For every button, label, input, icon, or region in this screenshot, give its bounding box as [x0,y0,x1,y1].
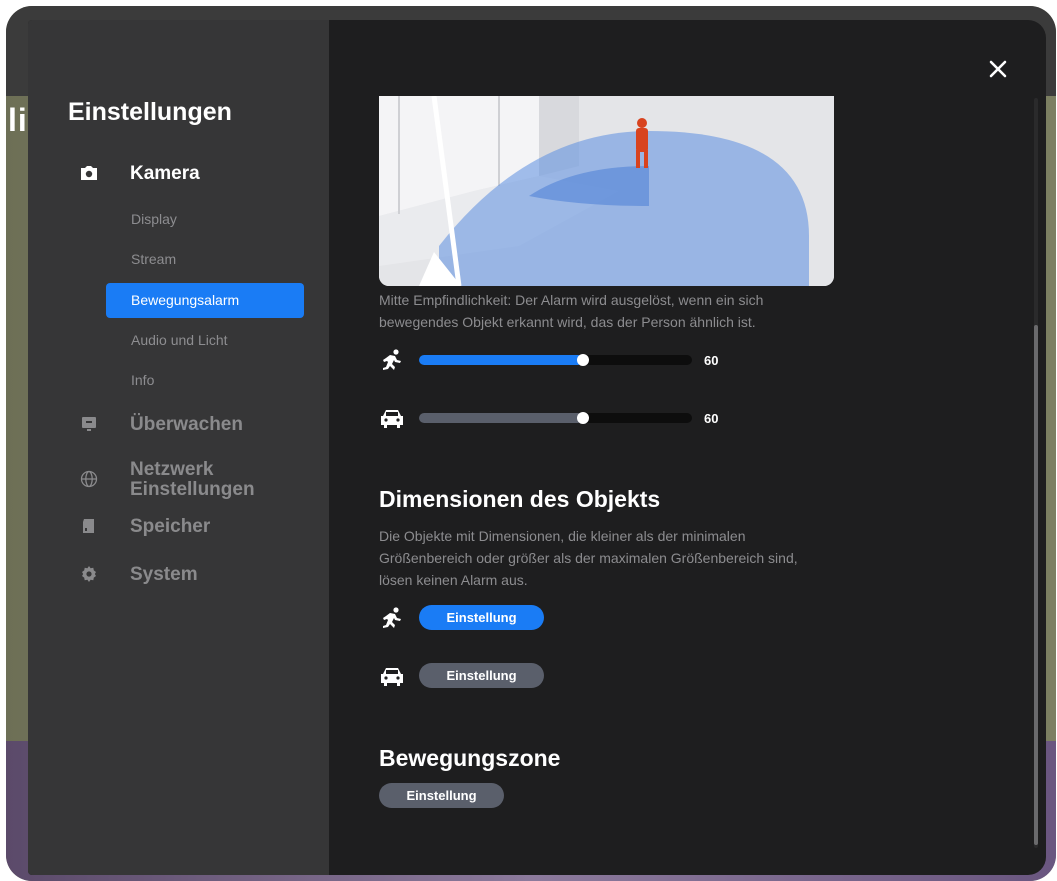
slider-handle[interactable] [576,412,589,424]
sidebar-subitem-display[interactable]: Display [106,202,304,237]
sidebar-item-system[interactable]: System [28,563,329,585]
background-text: li [8,102,28,138]
slider-fill [419,413,583,423]
sidebar-item-label: Speicher [130,515,211,537]
sidebar-subitem-bewegungsalarm[interactable]: Bewegungsalarm [106,283,304,318]
gear-icon [78,563,100,585]
sensitivity-description-line1: Mitte Empfindlichkeit: Der Alarm wird au… [379,292,764,308]
section-title-motion-zone: Bewegungszone [379,745,561,771]
settings-modal: Einstellungen Kamera Display Stream Bewe… [28,20,1046,875]
close-icon [988,59,1008,84]
sensitivity-description-line2: bewegendes Objekt erkannt wird, das der … [379,314,756,330]
sidebar-item-ueberwachen[interactable]: Überwachen [28,413,329,435]
sidebar-item-netzwerk[interactable]: Netzwerk Einstellungen [28,457,329,501]
sidebar-subitem-stream[interactable]: Stream [106,242,304,277]
vehicle-dimension-settings-button[interactable]: Einstellung [419,663,544,688]
settings-sidebar: Einstellungen Kamera Display Stream Bewe… [28,20,329,875]
scrollbar-thumb[interactable] [1034,325,1038,845]
sensitivity-description: Mitte Empfindlichkeit: Der Alarm wird au… [379,289,839,333]
person-sensitivity-slider[interactable] [419,354,692,366]
globe-icon [78,468,100,490]
close-button[interactable] [983,56,1013,86]
sidebar-item-label-line2: Einstellungen [130,479,255,500]
dimensions-description-line3: lösen keinen Alarm aus. [379,572,528,588]
sidebar-item-label: System [130,563,198,585]
person-running-icon [379,607,405,629]
sidebar-subitem-info[interactable]: Info [106,363,304,398]
person-running-icon [379,349,405,371]
sidebar-subitem-audio-licht[interactable]: Audio und Licht [106,323,304,358]
slider-fill [419,355,583,365]
dimensions-description: Die Objekte mit Dimensionen, die kleiner… [379,525,849,591]
dimensions-description-line1: Die Objekte mit Dimensionen, die kleiner… [379,528,746,544]
dimensions-description-line2: Größenbereich oder größer als der maxima… [379,550,798,566]
person-sensitivity-value: 60 [704,353,719,368]
sidebar-item-label: Überwachen [130,413,243,435]
sidebar-item-label: Kamera [130,162,200,184]
sidebar-item-kamera[interactable]: Kamera [28,162,329,184]
monitor-icon [78,413,100,435]
section-title-dimensions: Dimensionen des Objekts [379,486,661,512]
vehicle-sensitivity-value: 60 [704,411,719,426]
motion-zone-settings-button[interactable]: Einstellung [379,783,504,808]
sidebar-title: Einstellungen [68,98,232,126]
sidebar-item-speicher[interactable]: Speicher [28,515,329,537]
vehicle-sensitivity-slider[interactable] [419,412,692,424]
motion-preview-illustration [379,96,834,286]
person-dimension-settings-button[interactable]: Einstellung [419,605,544,630]
camera-icon [78,162,100,184]
sidebar-item-label-line1: Netzwerk [130,459,214,480]
sd-card-icon [78,515,100,537]
car-icon [379,407,405,429]
car-icon [379,665,405,687]
slider-handle[interactable] [576,354,589,366]
